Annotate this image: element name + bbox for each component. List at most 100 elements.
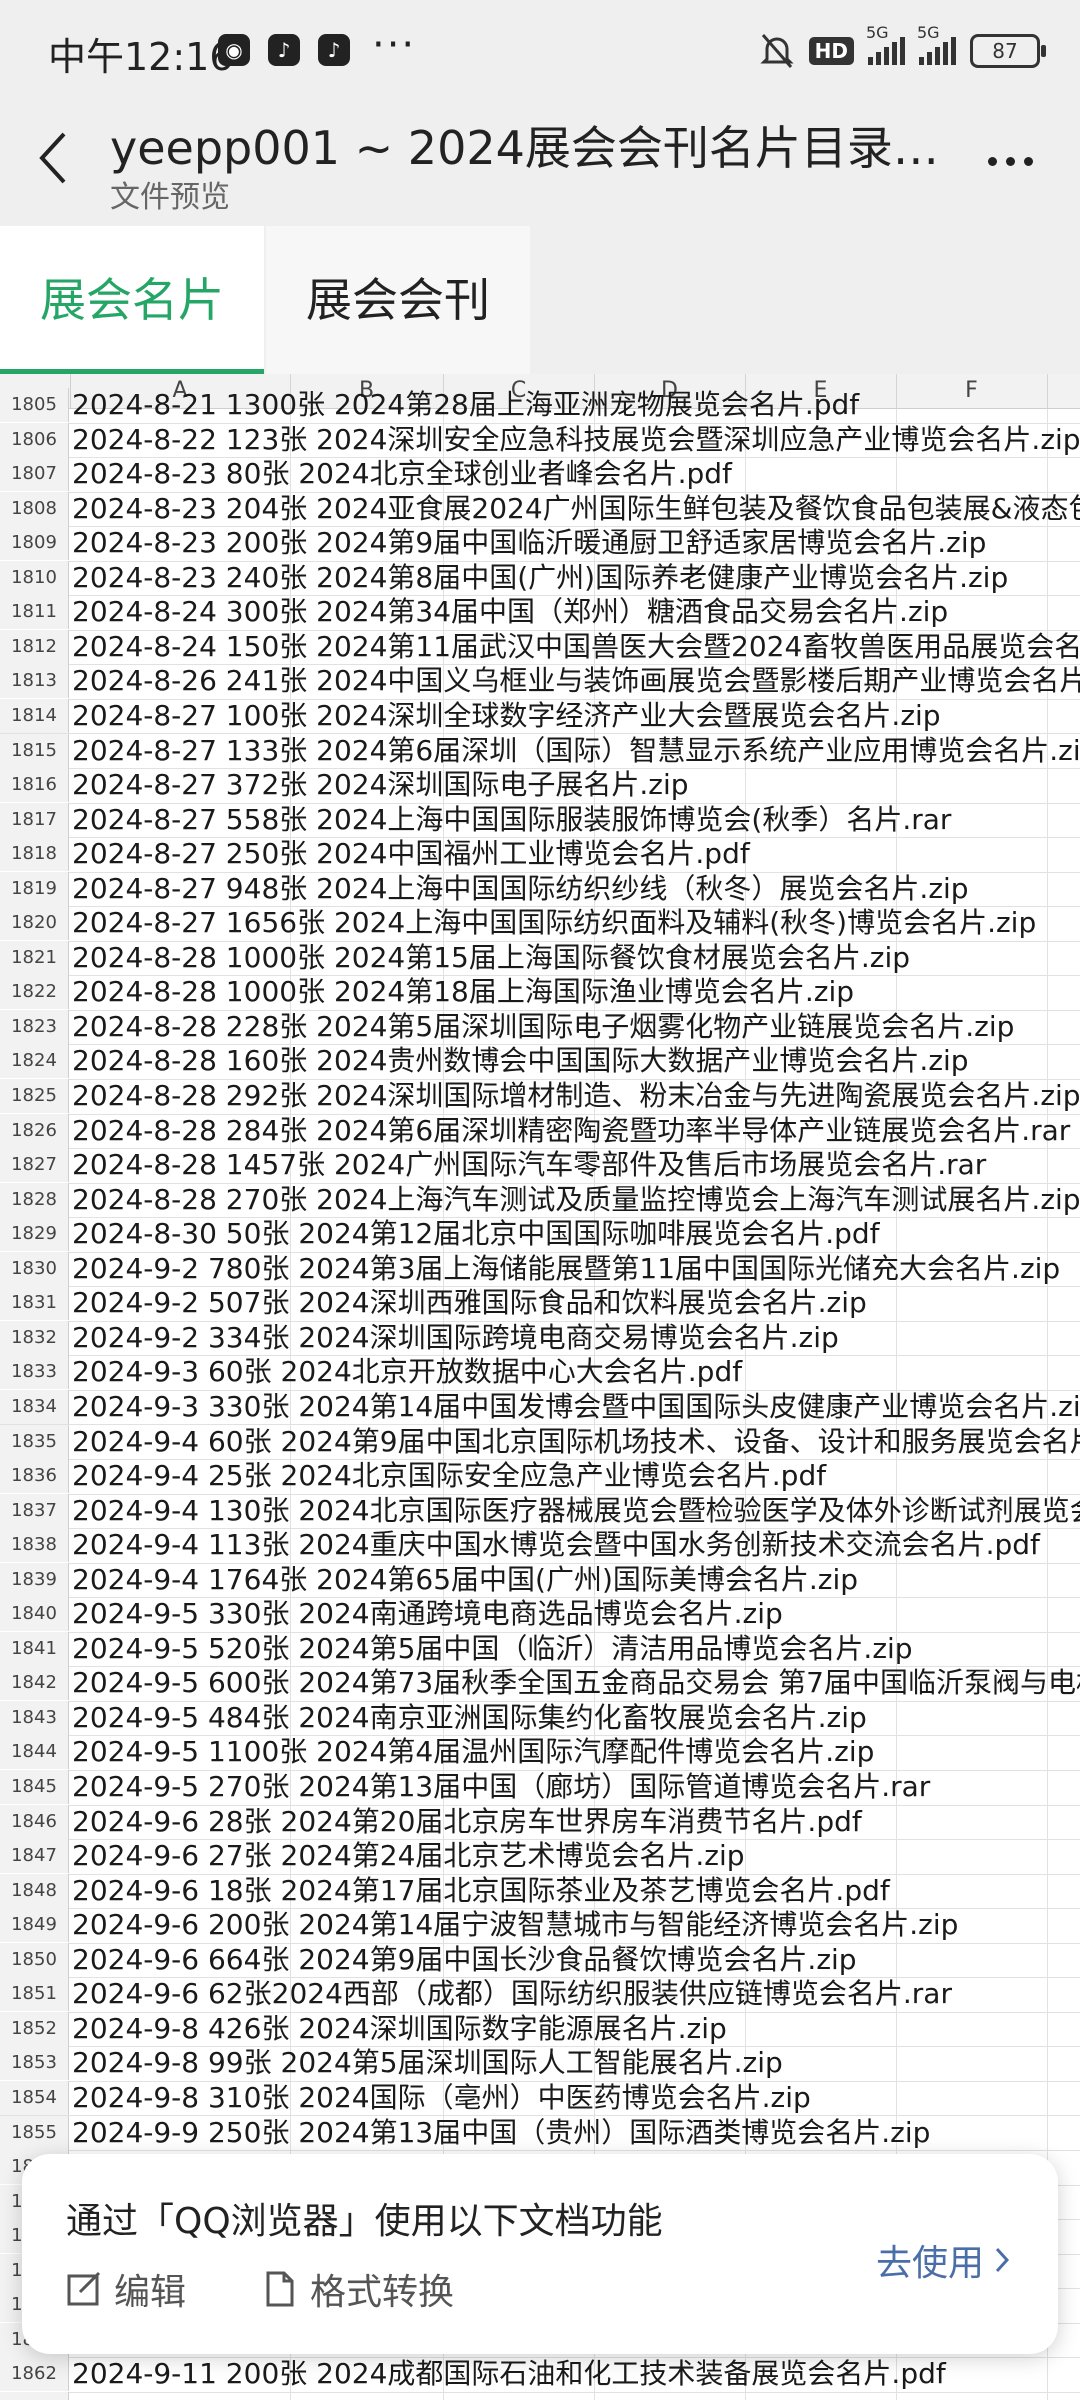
row-number[interactable]: 1838 [0, 1528, 69, 1563]
table-row[interactable]: 1840 2024-9-5 330张 2024南通跨境电商选品博览会名片.zip [0, 1597, 1080, 1633]
row-number[interactable]: 1847 [0, 1839, 69, 1874]
row-number[interactable]: 1833 [0, 1355, 69, 1390]
table-row[interactable]: 1823 2024-8-28 228张 2024第5届深圳国际电子烟雾化物产业链展… [0, 1009, 1080, 1046]
cell-text[interactable]: 2024-8-30 50张 2024第12届北京中国国际咖啡展览会名片.pdf [72, 1217, 880, 1251]
table-row[interactable]: 1814 2024-8-27 100张 2024深圳全球数字经济产业大会暨展览会名… [0, 698, 1080, 735]
row-number[interactable]: 1817 [0, 802, 69, 837]
cell-text[interactable]: 2024-8-27 372张 2024深圳国际电子展名片.zip [72, 768, 689, 802]
row-number[interactable]: 1839 [0, 1562, 69, 1597]
row-number[interactable]: 1809 [0, 526, 69, 561]
table-row[interactable]: 1843 2024-9-5 484张 2024南京亚洲国际集约化畜牧展览会名片.z… [0, 1700, 1080, 1737]
table-row[interactable]: 1836 2024-9-4 25张 2024北京国际安全应急产业博览会名片.pdf [0, 1459, 1080, 1495]
cell-text[interactable]: 2024-8-23 204张 2024亚食展2024广州国际生鲜包装及餐饮食品包… [72, 492, 1080, 526]
row-number[interactable]: 1822 [0, 975, 69, 1010]
cell-text[interactable]: 2024-9-5 520张 2024第5届中国（临沂）清洁用品博览会名片.zip [72, 1632, 913, 1666]
cell-text[interactable]: 2024-9-6 27张 2024第24届北京艺术博览会名片.zip [72, 1839, 745, 1873]
row-number[interactable]: 1806 [0, 422, 69, 457]
row-number[interactable]: 1808 [0, 491, 69, 526]
tab-exhibition-catalog[interactable]: 展会会刊 [266, 226, 530, 374]
cell-text[interactable]: 2024-8-24 300张 2024第34届中国（郑州）糖酒食品交易会名片.z… [72, 595, 948, 629]
table-row[interactable]: 1834 2024-9-3 330张 2024第14届中国发博会暨中国国际头皮健康… [0, 1389, 1080, 1426]
spreadsheet-grid[interactable]: A B C D E F 1805 2024-8-21 1300张 2024第28届… [0, 374, 1080, 2400]
row-number[interactable]: 1851 [0, 1977, 69, 2012]
table-row[interactable]: 1854 2024-9-8 310张 2024国际（亳州）中医药博览会名片.zip [0, 2080, 1080, 2117]
table-row[interactable]: 1852 2024-9-8 426张 2024深圳国际数字能源展名片.zip [0, 2011, 1080, 2048]
row-number[interactable]: 1831 [0, 1286, 69, 1321]
table-row[interactable]: 1847 2024-9-6 27张 2024第24届北京艺术博览会名片.zip [0, 1839, 1080, 1875]
row-number[interactable]: 1814 [0, 698, 69, 733]
row-number[interactable]: 1823 [0, 1009, 69, 1044]
table-row[interactable]: 1820 2024-8-27 1656张 2024上海中国国际纺织面料及辅料(秋冬… [0, 906, 1080, 942]
go-use-button[interactable]: 去使用 [876, 2234, 1010, 2286]
table-row[interactable]: 1825 2024-8-28 292张 2024深圳国际增材制造、粉末冶金与先进陶… [0, 1079, 1080, 1115]
cell-text[interactable]: 2024-8-28 270张 2024上海汽车测试及质量监控博览会上海汽车测试展… [72, 1183, 1080, 1217]
row-number[interactable]: 1852 [0, 2011, 69, 2046]
format-convert-action[interactable]: 格式转换 [262, 2264, 454, 2314]
row-number[interactable]: 1835 [0, 1424, 69, 1459]
table-row[interactable]: 1819 2024-8-27 948张 2024上海中国国际纺织纱线（秋冬）展览会… [0, 871, 1080, 908]
cell-text[interactable]: 2024-9-4 130张 2024北京国际医疗器械展览会暨检验医学及体外诊断试… [72, 1494, 1080, 1528]
row-number[interactable]: 1849 [0, 1908, 69, 1943]
cell-text[interactable]: 2024-9-5 600张 2024第73届秋季全国五金商品交易会 第7届中国临… [72, 1666, 1080, 1700]
cell-text[interactable]: 2024-8-27 100张 2024深圳全球数字经济产业大会暨展览会名片.zi… [72, 699, 941, 733]
cell-text[interactable]: 2024-9-8 426张 2024深圳国际数字能源展名片.zip [72, 2012, 727, 2046]
table-row[interactable]: 1807 2024-8-23 80张 2024北京全球创业者峰会名片.pdf [0, 457, 1080, 493]
table-row[interactable]: 1815 2024-8-27 133张 2024第6届深圳（国际）智慧显示系统产业… [0, 733, 1080, 769]
row-number[interactable]: 1848 [0, 1873, 69, 1908]
cell-text[interactable]: 2024-9-6 28张 2024第20届北京房车世界房车消费节名片.pdf [72, 1805, 862, 1839]
cell-text[interactable]: 2024-8-28 284张 2024第6届深圳精密陶瓷暨功率半导体产业链展览会… [72, 1114, 1070, 1148]
table-row[interactable]: 1806 2024-8-22 123张 2024深圳安全应急科技展览会暨深圳应急产… [0, 422, 1080, 459]
cell-text[interactable]: 2024-8-23 80张 2024北京全球创业者峰会名片.pdf [72, 457, 732, 491]
cell-text[interactable]: 2024-8-28 1000张 2024第18届上海国际渔业博览会名片.zip [72, 975, 854, 1009]
table-row[interactable]: 1863 [0, 2391, 1080, 2400]
cell-text[interactable]: 2024-9-5 270张 2024第13届中国（廊坊）国际管道博览会名片.ra… [72, 1770, 930, 1804]
row-number[interactable]: 1811 [0, 595, 69, 630]
cell-text[interactable]: 2024-8-27 250张 2024中国福州工业博览会名片.pdf [72, 837, 750, 871]
table-row[interactable]: 1831 2024-9-2 507张 2024深圳西雅国际食品和饮料展览会名片.z… [0, 1286, 1080, 1322]
table-row[interactable]: 1842 2024-9-5 600张 2024第73届秋季全国五金商品交易会 第7… [0, 1666, 1080, 1702]
cell-text[interactable]: 2024-8-21 1300张 2024第28届上海亚洲宠物展览会名片.pdf [72, 388, 859, 422]
table-row[interactable]: 1811 2024-8-24 300张 2024第34届中国（郑州）糖酒食品交易会… [0, 595, 1080, 631]
row-number[interactable]: 1834 [0, 1389, 69, 1424]
row-number[interactable]: 1818 [0, 837, 69, 872]
back-button[interactable] [36, 130, 86, 190]
table-row[interactable]: 1809 2024-8-23 200张 2024第9届中国临沂暖通厨卫舒适家居博览… [0, 526, 1080, 562]
row-number[interactable]: 1815 [0, 733, 69, 768]
row-number[interactable]: 1827 [0, 1148, 69, 1183]
table-row[interactable]: 1853 2024-9-8 99张 2024第5届深圳国际人工智能展名片.zip [0, 2046, 1080, 2082]
cell-text[interactable]: 2024-8-28 1000张 2024第15届上海国际餐饮食材展览会名片.zi… [72, 941, 910, 975]
row-number[interactable]: 1837 [0, 1493, 69, 1528]
table-row[interactable]: 1845 2024-9-5 270张 2024第13届中国（廊坊）国际管道博览会名… [0, 1770, 1080, 1806]
row-number[interactable]: 1843 [0, 1700, 69, 1735]
row-number[interactable]: 1832 [0, 1320, 69, 1355]
row-number[interactable]: 1821 [0, 940, 69, 975]
cell-text[interactable]: 2024-9-5 484张 2024南京亚洲国际集约化畜牧展览会名片.zip [72, 1701, 867, 1735]
row-number[interactable]: 1807 [0, 457, 69, 492]
table-row[interactable]: 1835 2024-9-4 60张 2024第9届中国北京国际机场技术、设备、设计… [0, 1424, 1080, 1460]
table-row[interactable]: 1841 2024-9-5 520张 2024第5届中国（临沂）清洁用品博览会名片… [0, 1631, 1080, 1668]
cell-text[interactable]: 2024-9-3 60张 2024北京开放数据中心大会名片.pdf [72, 1355, 742, 1389]
row-number[interactable]: 1826 [0, 1113, 69, 1148]
row-number[interactable]: 1853 [0, 2046, 69, 2081]
cell-text[interactable]: 2024-9-9 250张 2024第13届中国（贵州）国际酒类博览会名片.zi… [72, 2116, 930, 2150]
cell-text[interactable]: 2024-8-27 1656张 2024上海中国国际纺织面料及辅料(秋冬)博览会… [72, 906, 1036, 940]
cell-text[interactable]: 2024-9-6 664张 2024第9届中国长沙食品餐饮博览会名片.zip [72, 1943, 857, 1977]
table-row[interactable]: 1822 2024-8-28 1000张 2024第18届上海国际渔业博览会名片.… [0, 975, 1080, 1011]
cell-text[interactable]: 2024-9-4 1764张 2024第65届中国(广州)国际美博会名片.zip [72, 1563, 858, 1597]
row-number[interactable]: 1842 [0, 1666, 69, 1701]
cell-text[interactable]: 2024-9-6 62张2024西部（成都）国际纺织服装供应链博览会名片.rar [72, 1977, 952, 2011]
table-row[interactable]: 1813 2024-8-26 241张 2024中国义乌框业与装饰画展览会暨影楼后… [0, 664, 1080, 700]
cell-text[interactable]: 2024-9-2 507张 2024深圳西雅国际食品和饮料展览会名片.zip [72, 1286, 867, 1320]
row-number[interactable]: 1863 [0, 2391, 69, 2400]
cell-text[interactable]: 2024-9-5 1100张 2024第4届温州国际汽摩配件博览会名片.zip [72, 1735, 874, 1769]
table-row[interactable]: 1830 2024-9-2 780张 2024第3届上海储能展暨第11届中国国际光… [0, 1251, 1080, 1288]
table-row[interactable]: 1829 2024-8-30 50张 2024第12届北京中国国际咖啡展览会名片.… [0, 1217, 1080, 1253]
row-number[interactable]: 1820 [0, 906, 69, 941]
row-number[interactable]: 1844 [0, 1735, 69, 1770]
table-row[interactable]: 1818 2024-8-27 250张 2024中国福州工业博览会名片.pdf [0, 837, 1080, 873]
row-number[interactable]: 1828 [0, 1182, 69, 1217]
cell-text[interactable]: 2024-9-4 60张 2024第9届中国北京国际机场技术、设备、设计和服务展… [72, 1425, 1080, 1459]
row-number[interactable]: 1816 [0, 768, 69, 803]
cell-text[interactable]: 2024-8-28 1457张 2024广州国际汽车零部件及售后市场展览会名片.… [72, 1148, 986, 1182]
cell-text[interactable]: 2024-9-5 330张 2024南通跨境电商选品博览会名片.zip [72, 1597, 783, 1631]
